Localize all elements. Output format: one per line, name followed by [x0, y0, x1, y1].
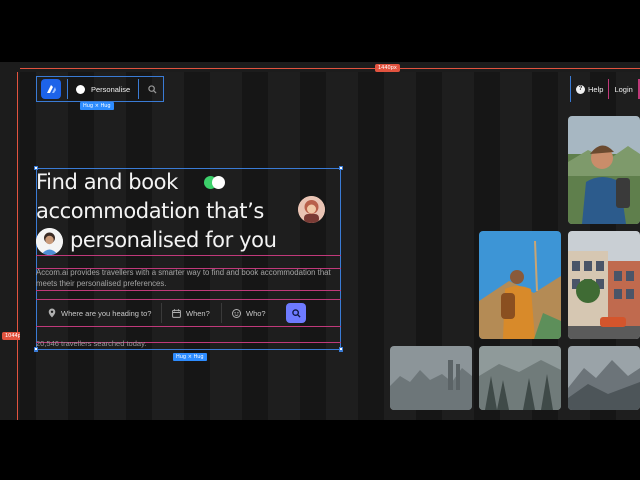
- video-letterbox-top: [0, 0, 640, 62]
- selection-handle[interactable]: [34, 347, 38, 351]
- who-placeholder: Who?: [246, 308, 266, 318]
- when-placeholder: When?: [186, 308, 210, 318]
- help-icon: ?: [576, 84, 585, 94]
- where-input[interactable]: Where are you heading to?: [48, 303, 162, 323]
- search-icon[interactable]: [145, 79, 159, 99]
- brand-logo-icon[interactable]: [41, 79, 61, 99]
- misty-city-photo[interactable]: [390, 346, 472, 410]
- hiker-selfie-photo[interactable]: [568, 116, 640, 224]
- login-label: Login: [614, 84, 633, 94]
- hero-size-label: Hug × Hug: [173, 353, 207, 361]
- guests-icon: [232, 308, 241, 318]
- nav-left-group[interactable]: Personalise: [36, 76, 165, 102]
- mountain-backpacker-photo[interactable]: [479, 231, 561, 339]
- misty-forest-photo[interactable]: [479, 346, 561, 410]
- search-submit-button[interactable]: [286, 303, 306, 323]
- width-ruler: [20, 68, 640, 69]
- where-placeholder: Where are you heading to?: [61, 308, 152, 318]
- location-pin-icon: [48, 308, 56, 318]
- toggle-knob-icon: [76, 84, 85, 94]
- login-link[interactable]: Login: [609, 79, 639, 99]
- design-canvas: 1440px 1044px Personalise Hug × Hug ? He: [0, 62, 640, 420]
- personalise-label: Personalise: [91, 84, 131, 94]
- search-icon: [291, 308, 301, 318]
- hero-description: Accom.ai provides travellers with a smar…: [36, 268, 331, 288]
- hero-heading-line-3: personalised for you: [70, 228, 277, 252]
- width-ruler-label: 1440px: [375, 64, 400, 72]
- hero-heading-line-1: Find and book: [36, 170, 178, 194]
- help-link[interactable]: ? Help: [571, 79, 610, 99]
- help-label: Help: [588, 84, 604, 94]
- when-input[interactable]: When?: [172, 303, 222, 323]
- nav-size-label: Hug × Hug: [80, 102, 114, 110]
- search-bar[interactable]: Where are you heading to? When? Who?: [36, 299, 341, 327]
- personalise-toggle[interactable]: Personalise: [67, 79, 140, 99]
- travellers-stat: 20,546 travellers searched today.: [36, 339, 147, 348]
- nav-right-group[interactable]: ? Help Login S: [570, 76, 640, 102]
- mountain-range-photo[interactable]: [568, 346, 640, 410]
- video-letterbox-bottom: [0, 420, 640, 480]
- avatar-man-icon: [36, 228, 63, 255]
- who-input[interactable]: Who?: [232, 303, 276, 323]
- selection-handle[interactable]: [339, 347, 343, 351]
- avatar-woman-icon: [298, 196, 325, 223]
- toggle-illustration-icon: [204, 176, 226, 189]
- townhouse-street-photo[interactable]: [568, 231, 640, 339]
- calendar-icon: [172, 308, 181, 318]
- height-ruler: [17, 72, 18, 420]
